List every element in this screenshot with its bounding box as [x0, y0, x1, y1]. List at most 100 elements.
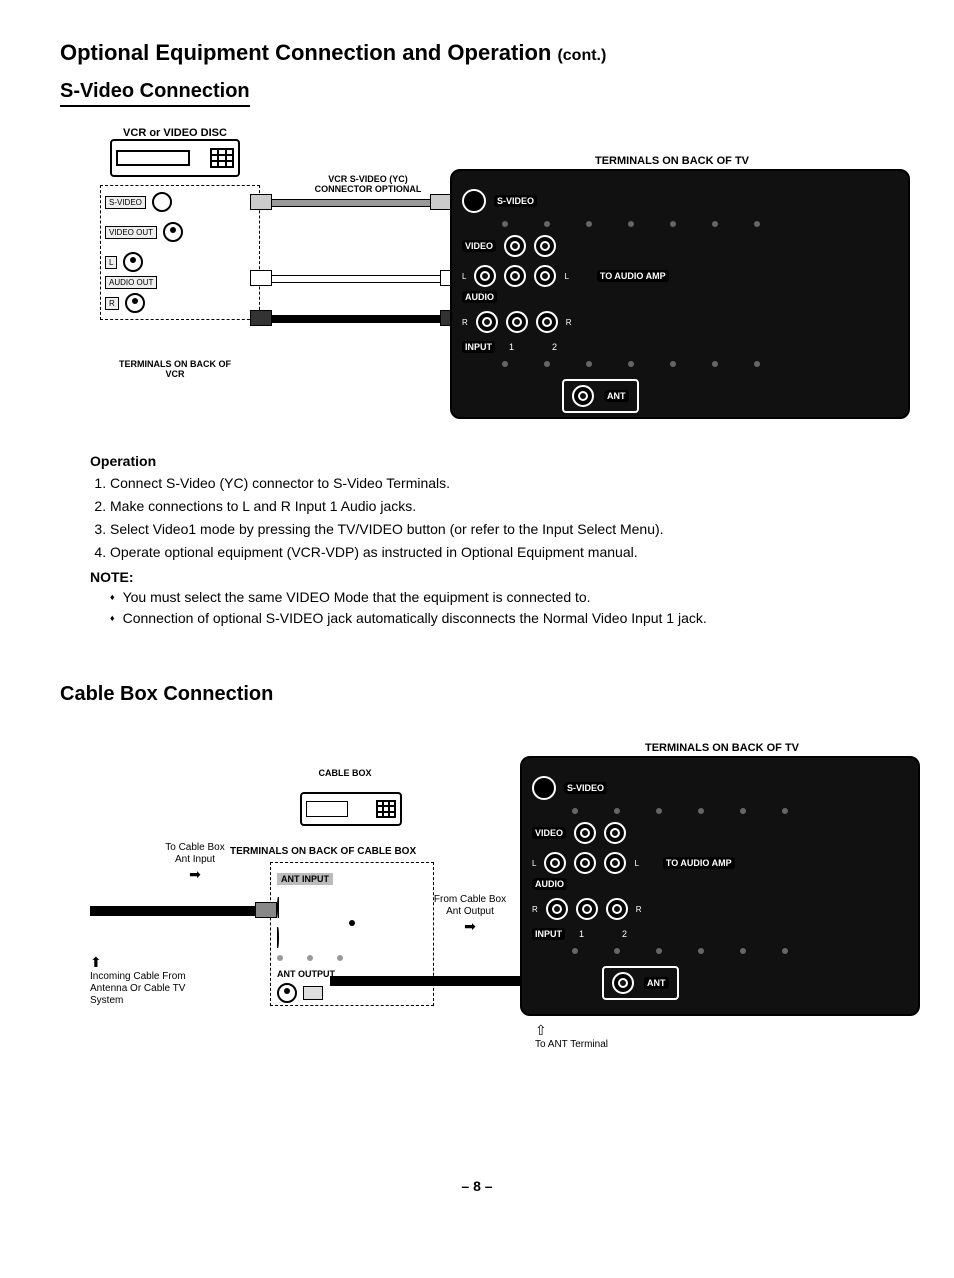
tv-ant-box: ANT — [562, 379, 639, 413]
vcr-videoout-label: VIDEO OUT — [105, 226, 157, 239]
vcr-svideo-label: S-VIDEO — [105, 196, 146, 209]
tv-back-panel-2: S-VIDEO VIDEO L L TO AUDIO AMP AUDIO R R — [520, 756, 920, 1016]
tv-input1-label: 1 — [579, 929, 584, 939]
tv-input-label: INPUT — [462, 341, 495, 353]
tv-toamp-label: TO AUDIO AMP — [663, 857, 735, 869]
tv-audio-label: AUDIO — [462, 291, 497, 303]
tv-audio-r-label2: R — [636, 905, 642, 914]
vcr-terminals-caption: TERMINALS ON BACK OF VCR — [110, 359, 240, 379]
note-heading: NOTE: — [90, 569, 894, 585]
cablebox-heading: Cable Box Connection — [60, 683, 273, 708]
tv-toamp-label: TO AUDIO AMP — [597, 270, 669, 282]
tv-ant-box: ANT — [602, 966, 679, 1000]
tv-audio-l-label2: L — [634, 859, 638, 868]
coax-jack-icon — [612, 972, 634, 994]
rca-jack-icon — [574, 822, 596, 844]
rca-jack-icon — [504, 235, 526, 257]
title-cont: (cont.) — [557, 47, 606, 64]
plug-icon — [250, 270, 272, 286]
tv-audio-r-label2: R — [566, 318, 572, 327]
incoming-cable-label: ⬆ Incoming Cable From Antenna Or Cable T… — [90, 954, 210, 1007]
svideo-jack-icon — [462, 189, 486, 213]
coax-jack-icon — [277, 983, 297, 1003]
tv-audio-row: L L TO AUDIO AMP — [532, 852, 908, 874]
coax-jack-icon — [572, 385, 594, 407]
title-main: Optional Equipment Connection and Operat… — [60, 40, 551, 65]
coax-cable-icon — [90, 906, 275, 916]
cb-ant-input-label: ANT INPUT — [277, 873, 333, 885]
rca-jack-icon — [536, 311, 558, 333]
svideo-jack-icon — [532, 776, 556, 800]
tv-ant-label: ANT — [644, 977, 669, 989]
tv-input-row: INPUT 1 2 — [532, 928, 908, 940]
vcr-terminals-panel: S-VIDEO VIDEO OUT L AUDIO OUT R — [100, 185, 260, 320]
tv-svideo-row: S-VIDEO — [532, 776, 908, 800]
arrow-up-icon: ⬆ — [90, 954, 102, 970]
tv-audio-r-row: R R — [532, 898, 908, 920]
rca-jack-icon — [163, 222, 183, 242]
operation-heading: Operation — [90, 453, 894, 469]
cablebox-diagram: CABLE BOX TERMINALS ON BACK OF CABLE BOX… — [90, 738, 894, 1058]
vcr-device-label: VCR or VIDEO DISC — [110, 127, 240, 139]
rca-jack-icon — [534, 265, 556, 287]
tv-audio-l-label: L — [532, 859, 536, 868]
note-list: You must select the same VIDEO Mode that… — [90, 587, 894, 629]
note-item: Connection of optional S-VIDEO jack auto… — [110, 608, 894, 629]
rca-jack-icon — [604, 852, 626, 874]
page-title: Optional Equipment Connection and Operat… — [60, 40, 894, 66]
operation-step: Make connections to L and R Input 1 Audi… — [110, 496, 894, 517]
operation-step: Select Video1 mode by pressing the TV/VI… — [110, 519, 894, 540]
rca-jack-icon — [476, 311, 498, 333]
tv-audio-l-label2: L — [564, 272, 568, 281]
tv-video-label: VIDEO — [532, 827, 566, 839]
vcr-device: VCR or VIDEO DISC — [110, 127, 240, 177]
rca-jack-icon — [574, 852, 596, 874]
svideo-jack-icon — [152, 192, 172, 212]
coax-plug-icon — [303, 986, 323, 1000]
page-number: – 8 – — [60, 1178, 894, 1194]
to-ant-terminal-label: ⇧ To ANT Terminal — [535, 1022, 608, 1050]
operation-steps-list: Connect S-Video (YC) connector to S-Vide… — [90, 473, 894, 563]
rca-jack-icon — [544, 852, 566, 874]
operation-step: Operate optional equipment (VCR-VDP) as … — [110, 542, 894, 563]
tv-audio-label-row: AUDIO — [532, 878, 908, 890]
vcr-videoout-terminal: VIDEO OUT — [105, 222, 255, 242]
rca-jack-icon — [576, 898, 598, 920]
arrow-right-icon: ➡ — [464, 918, 476, 934]
vcr-audio-terminal-group: L AUDIO OUT R — [105, 252, 255, 313]
tv-terminals-caption-2: TERMINALS ON BACK OF TV — [645, 742, 799, 754]
vcr-svideo-terminal: S-VIDEO — [105, 192, 255, 212]
tv-video-row: VIDEO — [532, 822, 908, 844]
plug-icon — [430, 194, 452, 210]
rca-jack-icon — [546, 898, 568, 920]
tv-audio-r-row: R R — [462, 311, 898, 333]
svideo-diagram: VCR or VIDEO DISC S-VIDEO VIDEO OUT L AU… — [90, 127, 894, 437]
audio-l-cable-icon — [250, 275, 462, 283]
audio-r-cable-icon — [250, 315, 460, 323]
tv-svideo-label: S-VIDEO — [564, 782, 607, 794]
rca-jack-icon — [504, 265, 526, 287]
vcr-icon — [110, 139, 240, 177]
tv-audio-label: AUDIO — [532, 878, 567, 890]
from-cablebox-ant-output-label: From Cable Box Ant Output➡ — [430, 894, 510, 935]
arrow-right-icon: ➡ — [189, 866, 201, 882]
tv-input-row: INPUT 1 2 — [462, 341, 898, 353]
tv-ant-label: ANT — [604, 390, 629, 402]
tv-svideo-row: S-VIDEO — [462, 189, 898, 213]
vcr-audio-r-label: R — [105, 297, 119, 310]
svideo-connector-label: VCR S-VIDEO (YC) CONNECTOR OPTIONAL — [308, 175, 428, 195]
rca-jack-icon — [606, 898, 628, 920]
tv-audio-r-label: R — [532, 905, 538, 914]
tv-audio-label-row: AUDIO — [462, 291, 898, 303]
tv-input1-label: 1 — [509, 342, 514, 352]
rca-jack-icon — [123, 252, 143, 272]
note-item: You must select the same VIDEO Mode that… — [110, 587, 894, 608]
tv-video-row: VIDEO — [462, 235, 898, 257]
svideo-heading: S-Video Connection — [60, 80, 250, 107]
rca-jack-icon — [534, 235, 556, 257]
tv-input2-label: 2 — [552, 342, 557, 352]
tv-input2-label: 2 — [622, 929, 627, 939]
cablebox-device-label: CABLE BOX — [315, 768, 375, 778]
coax-jack-icon — [277, 897, 427, 948]
svideo-cable-icon — [250, 199, 452, 207]
